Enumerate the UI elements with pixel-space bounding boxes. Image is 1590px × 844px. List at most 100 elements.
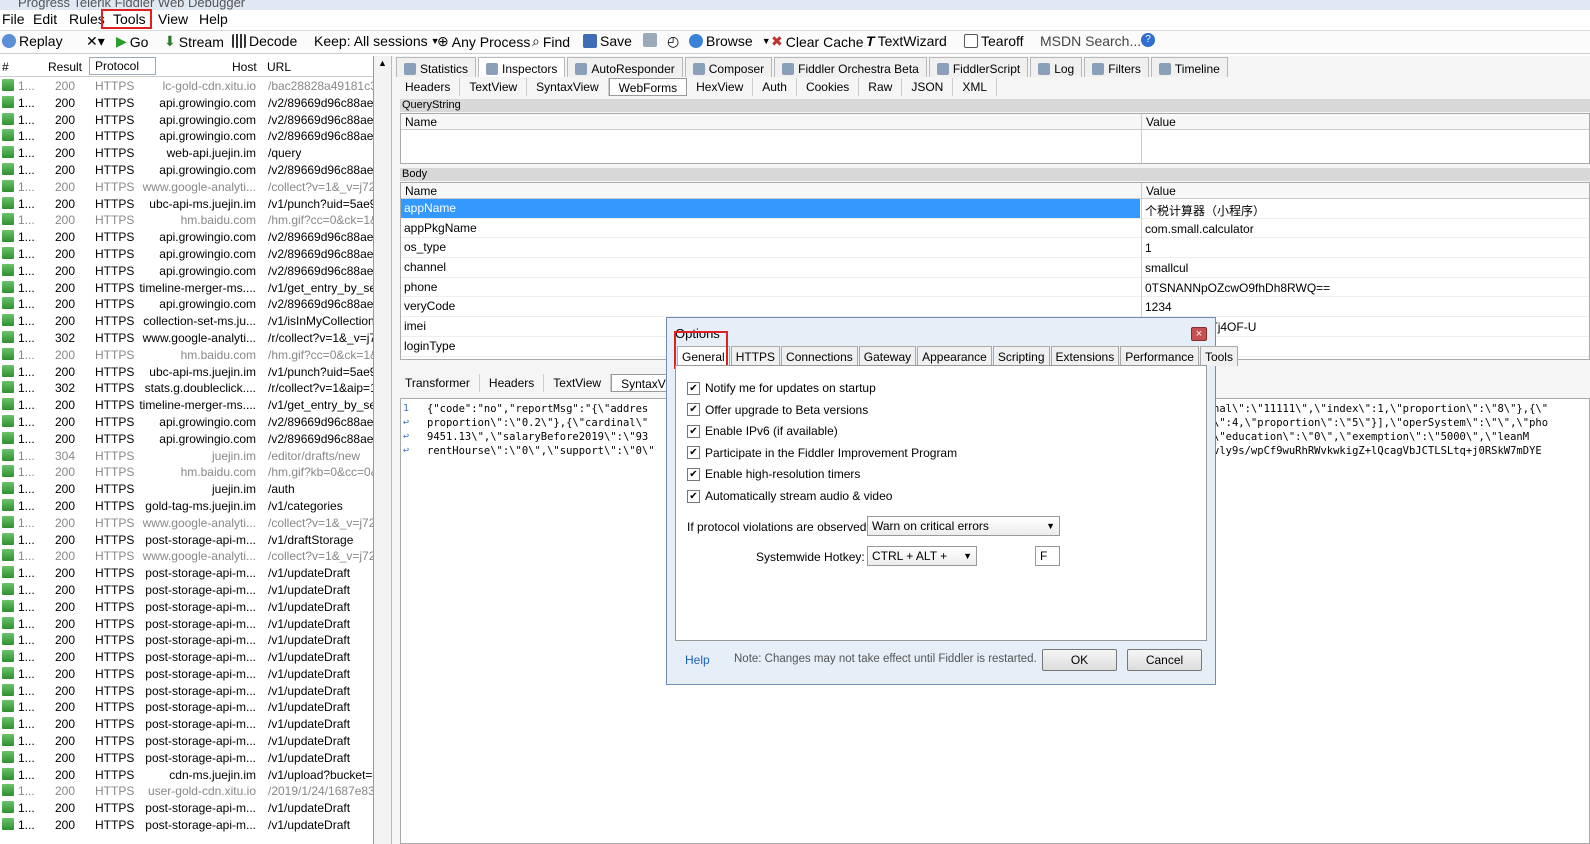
checkbox-box[interactable]: ✔: [687, 403, 700, 417]
session-row[interactable]: 1... 200 HTTPS timeline-merger-ms.... /v1/ge…: [0, 396, 373, 413]
panel-splitter[interactable]: ▲: [374, 56, 392, 844]
response-tab-textview[interactable]: TextView: [544, 374, 612, 392]
hotkey-modifier-select[interactable]: CTRL + ALT + ▼: [867, 546, 977, 566]
options-tab-tools[interactable]: Tools: [1199, 346, 1238, 366]
session-row[interactable]: 1... 200 HTTPS juejin.im/auth: [0, 480, 373, 497]
session-row[interactable]: 1... 200 HTTPS api.growingio.com/v2/89669d9…: [0, 262, 373, 279]
session-row[interactable]: 1... 200 HTTPS api.growingio.com/v2/89669d9…: [0, 228, 373, 245]
save-button[interactable]: Save: [583, 33, 632, 49]
session-row[interactable]: 1... 200 HTTPS post-storage-api-m... /v1/upd…: [0, 615, 373, 632]
session-row[interactable]: 1... 200 HTTPS post-storage-api-m... /v1/upd…: [0, 799, 373, 816]
session-row[interactable]: 1... 200 HTTPS web-api.juejin.im/query: [0, 144, 373, 161]
options-tab-appearance[interactable]: Appearance: [917, 346, 992, 366]
response-tab-transformer[interactable]: Transformer: [396, 374, 480, 392]
session-row[interactable]: 1... 200 HTTPS cdn-ms.juejin.im/v1/upload?b…: [0, 766, 373, 783]
tab-fiddlerscript[interactable]: FiddlerScript: [928, 57, 1029, 77]
checkbox-box[interactable]: ✔: [687, 446, 700, 460]
remove-button[interactable]: ✕▾: [86, 33, 105, 50]
checkbox-box[interactable]: ✔: [687, 489, 700, 503]
close-icon[interactable]: ×: [1191, 327, 1207, 341]
stream-button[interactable]: ⬇ Stream: [164, 33, 224, 50]
session-row[interactable]: 1... 200 HTTPS post-storage-api-m... /v1/dra…: [0, 531, 373, 548]
body-row[interactable]: channel smallcul: [401, 258, 1589, 278]
any-process-button[interactable]: ⊕ Any Process: [437, 33, 530, 50]
options-tab-gateway[interactable]: Gateway: [858, 346, 917, 366]
session-row[interactable]: 1... 304 HTTPS juejin.im/editor/drafts/new: [0, 447, 373, 464]
tab-inspectors[interactable]: Inspectors: [478, 57, 566, 77]
checkbox-box[interactable]: ✔: [687, 424, 700, 438]
session-row[interactable]: 1... 200 HTTPS lc-gold-cdn.xitu.io/bac28828…: [0, 77, 373, 94]
col-host[interactable]: Host: [232, 60, 257, 74]
protocol-select[interactable]: Warn on critical errors ▼: [867, 516, 1060, 536]
option-checkbox[interactable]: ✔ Automatically stream audio & video: [687, 489, 892, 503]
keep-sessions-dropdown[interactable]: Keep: All sessions ▼: [314, 33, 440, 49]
msdn-search-input[interactable]: MSDN Search...: [1040, 33, 1141, 49]
session-row[interactable]: 1... 200 HTTPS api.growingio.com/v2/89669d9…: [0, 94, 373, 111]
session-row[interactable]: 1... 200 HTTPS post-storage-api-m... /v1/upd…: [0, 581, 373, 598]
menu-rules[interactable]: Rules: [69, 11, 105, 27]
session-row[interactable]: 1... 200 HTTPS ubc-api-ms.juejin.im/v1/punc…: [0, 195, 373, 212]
tab-filters[interactable]: Filters: [1084, 57, 1149, 77]
tearoff-button[interactable]: Tearoff: [964, 33, 1024, 49]
session-row[interactable]: 1... 200 HTTPS api.growingio.com/v2/89669d9…: [0, 430, 373, 447]
request-tab-headers[interactable]: Headers: [396, 78, 461, 96]
body-row[interactable]: phone 0TSNANNpOZcwO9fhDh8RWQ==: [401, 278, 1589, 298]
option-checkbox[interactable]: ✔ Notify me for updates on startup: [687, 381, 876, 395]
session-row[interactable]: 1... 200 HTTPS timeline-merger-ms.... /v1/ge…: [0, 279, 373, 296]
menu-edit[interactable]: Edit: [33, 11, 57, 27]
col-result[interactable]: Result: [48, 60, 82, 74]
browse-button[interactable]: Browse ▼: [689, 33, 771, 49]
options-tab-performance[interactable]: Performance: [1120, 346, 1199, 366]
options-tab-https[interactable]: HTTPS: [730, 346, 781, 366]
session-row[interactable]: 1... 302 HTTPS www.google-analyti... /r/coll…: [0, 329, 373, 346]
session-row[interactable]: 1... 200 HTTPS post-storage-api-m... /v1/upd…: [0, 631, 373, 648]
help-button[interactable]: ?: [1141, 33, 1155, 47]
col-num[interactable]: #: [2, 60, 9, 74]
session-row[interactable]: 1... 200 HTTPS post-storage-api-m... /v1/upd…: [0, 648, 373, 665]
options-tab-scripting[interactable]: Scripting: [992, 346, 1050, 366]
session-row[interactable]: 1... 200 HTTPS post-storage-api-m... /v1/upd…: [0, 749, 373, 766]
tab-log[interactable]: Log: [1030, 57, 1083, 77]
request-tab-json[interactable]: JSON: [902, 78, 954, 96]
session-row[interactable]: 1... 200 HTTPS post-storage-api-m... /v1/upd…: [0, 598, 373, 615]
go-button[interactable]: ▶ Go: [116, 33, 148, 50]
body-row[interactable]: appName 个税计算器（小程序）: [401, 199, 1589, 219]
session-row[interactable]: 1... 200 HTTPS post-storage-api-m... /v1/upd…: [0, 564, 373, 581]
checkbox-box[interactable]: ✔: [687, 381, 700, 395]
options-tab-extensions[interactable]: Extensions: [1050, 346, 1120, 366]
session-row[interactable]: 1... 200 HTTPS api.growingio.com/v2/89669d9…: [0, 127, 373, 144]
request-tab-textview[interactable]: TextView: [460, 78, 528, 96]
session-row[interactable]: 1... 302 HTTPS stats.g.doubleclick.... /r/co…: [0, 379, 373, 396]
session-row[interactable]: 1... 200 HTTPS collection-set-ms.ju... /v1/i…: [0, 312, 373, 329]
session-row[interactable]: 1... 200 HTTPS post-storage-api-m... /v1/upd…: [0, 698, 373, 715]
session-row[interactable]: 1... 200 HTTPS post-storage-api-m... /v1/upd…: [0, 715, 373, 732]
hotkey-key-input[interactable]: F: [1035, 546, 1060, 566]
session-row[interactable]: 1... 200 HTTPS post-storage-api-m... /v1/upd…: [0, 732, 373, 749]
session-row[interactable]: 1... 200 HTTPS api.growingio.com/v2/89669d9…: [0, 111, 373, 128]
session-row[interactable]: 1... 200 HTTPS hm.baidu.com/hm.gif?cc=0&ck=…: [0, 346, 373, 363]
response-tab-headers[interactable]: Headers: [480, 374, 545, 392]
tab-composer[interactable]: Composer: [684, 57, 773, 77]
decode-button[interactable]: Decode: [232, 33, 297, 49]
session-row[interactable]: 1... 200 HTTPS post-storage-api-m... /v1/upd…: [0, 665, 373, 682]
session-row[interactable]: 1... 200 HTTPS api.growingio.com/v2/89669d9…: [0, 245, 373, 262]
option-checkbox[interactable]: ✔ Participate in the Fiddler Improvement …: [687, 446, 957, 460]
session-row[interactable]: 1... 200 HTTPS user-gold-cdn.xitu.io/2019/1…: [0, 782, 373, 799]
ok-button[interactable]: OK: [1042, 649, 1117, 671]
cancel-button[interactable]: Cancel: [1127, 649, 1202, 671]
find-button[interactable]: ⌕ Find: [532, 33, 570, 50]
menu-view[interactable]: View: [158, 11, 188, 27]
request-tab-cookies[interactable]: Cookies: [797, 78, 860, 96]
replay-button[interactable]: Replay: [2, 33, 63, 49]
tab-timeline[interactable]: Timeline: [1150, 57, 1228, 77]
session-row[interactable]: 1... 200 HTTPS www.google-analyti... /collec…: [0, 514, 373, 531]
request-tab-syntaxview[interactable]: SyntaxView: [527, 78, 609, 96]
body-row[interactable]: os_type 1: [401, 238, 1589, 259]
request-tab-auth[interactable]: Auth: [753, 78, 797, 96]
request-tab-xml[interactable]: XML: [953, 78, 998, 96]
request-tab-hexview[interactable]: HexView: [687, 78, 754, 96]
clear-cache-button[interactable]: ✖ Clear Cache: [771, 33, 864, 50]
col-protocol[interactable]: Protocol: [89, 57, 157, 75]
session-row[interactable]: 1... 200 HTTPS post-storage-api-m... /v1/upd…: [0, 682, 373, 699]
menu-help[interactable]: Help: [199, 11, 228, 27]
